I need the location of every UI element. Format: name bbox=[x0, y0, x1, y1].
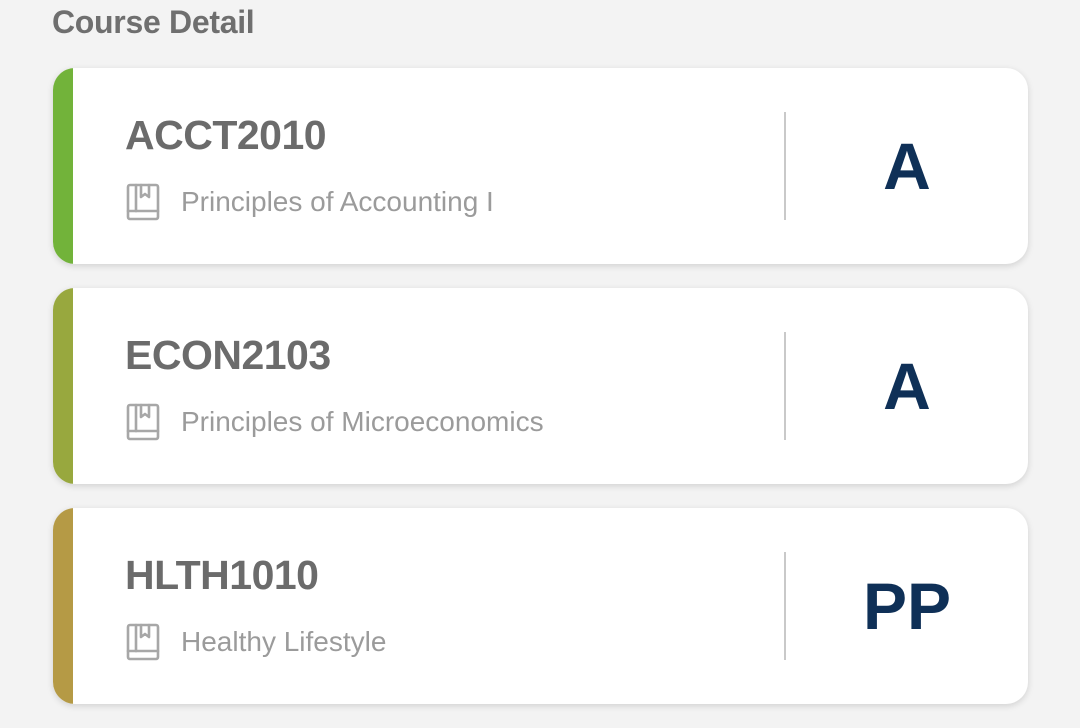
book-icon bbox=[125, 182, 161, 222]
course-name-row: Principles of Microeconomics bbox=[125, 402, 544, 442]
course-accent-bar bbox=[53, 68, 73, 264]
course-code: ECON2103 bbox=[125, 332, 331, 378]
course-code: HLTH1010 bbox=[125, 552, 319, 598]
course-card-hlth1010[interactable]: HLTH1010 Healthy Lifestyle PP bbox=[53, 508, 1028, 704]
course-name: Principles of Microeconomics bbox=[181, 406, 544, 437]
course-grade: A bbox=[883, 129, 931, 203]
course-list: ACCT2010 Principles of Accounting I A EC… bbox=[53, 68, 1028, 728]
course-code: ACCT2010 bbox=[125, 112, 327, 158]
course-accent-bar bbox=[53, 288, 73, 484]
course-name-row: Principles of Accounting I bbox=[125, 182, 494, 222]
course-card-econ2103[interactable]: ECON2103 Principles of Microeconomics A bbox=[53, 288, 1028, 484]
book-icon bbox=[125, 402, 161, 442]
book-icon bbox=[125, 622, 161, 662]
course-name-row: Healthy Lifestyle bbox=[125, 622, 386, 662]
course-name: Principles of Accounting I bbox=[181, 186, 494, 217]
course-grade: A bbox=[883, 349, 931, 423]
page-title: Course Detail bbox=[52, 4, 255, 40]
course-accent-bar bbox=[53, 508, 73, 704]
course-card-acct2010[interactable]: ACCT2010 Principles of Accounting I A bbox=[53, 68, 1028, 264]
course-grade: PP bbox=[862, 569, 952, 643]
course-name: Healthy Lifestyle bbox=[181, 626, 387, 657]
